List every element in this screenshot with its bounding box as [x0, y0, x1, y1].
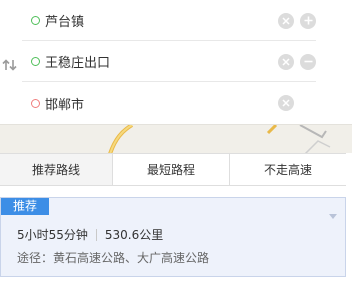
swap-icon[interactable] [2, 56, 18, 71]
start-stop-input[interactable]: 芦台镇 [45, 11, 278, 30]
route-distance: 530.6公里 [104, 228, 164, 242]
clear-icon[interactable] [278, 12, 294, 29]
tab-no-highway[interactable]: 不走高速 [230, 154, 346, 185]
start-stop-row[interactable]: 芦台镇 [22, 1, 316, 41]
end-stop-input[interactable]: 邯郸市 [45, 94, 278, 113]
map-view[interactable] [0, 124, 352, 153]
via-marker-icon [31, 57, 40, 66]
clear-icon[interactable] [278, 53, 294, 70]
via-prefix: 途径： [17, 251, 54, 265]
end-stop-row[interactable]: 邯郸市 [22, 83, 316, 123]
tab-recommended[interactable]: 推荐路线 [0, 154, 113, 185]
route-via: 途径：黄石高速公路、大广高速公路 [17, 249, 209, 266]
via-stop-row[interactable]: 王稳庄出口 [22, 42, 316, 82]
via-stop-input[interactable]: 王稳庄出口 [45, 52, 278, 71]
add-icon[interactable] [300, 12, 316, 29]
route-result-card[interactable]: 推荐 5小时55分钟 530.6公里 途径：黄石高速公路、大广高速公路 [0, 197, 346, 277]
tab-shortest[interactable]: 最短路程 [113, 154, 230, 185]
via-roads: 黄石高速公路、大广高速公路 [53, 251, 210, 265]
remove-icon[interactable] [300, 53, 316, 70]
end-marker-icon [31, 98, 40, 108]
stop-inputs-panel: 芦台镇 王稳庄出口 邯郸市 [0, 0, 352, 124]
route-options-tabs: 推荐路线 最短路程 不走高速 [0, 153, 346, 186]
collapse-icon[interactable] [329, 204, 337, 219]
route-planner: 芦台镇 王稳庄出口 邯郸市 推荐路线 最短路程 不走高速 推荐 5小时55分钟 … [0, 0, 352, 282]
route-summary: 5小时55分钟 530.6公里 [17, 226, 163, 243]
route-duration: 5小时55分钟 [17, 228, 88, 242]
divider [95, 228, 97, 241]
recommended-badge: 推荐 [1, 198, 50, 215]
clear-icon[interactable] [278, 95, 294, 111]
start-marker-icon [31, 16, 40, 25]
